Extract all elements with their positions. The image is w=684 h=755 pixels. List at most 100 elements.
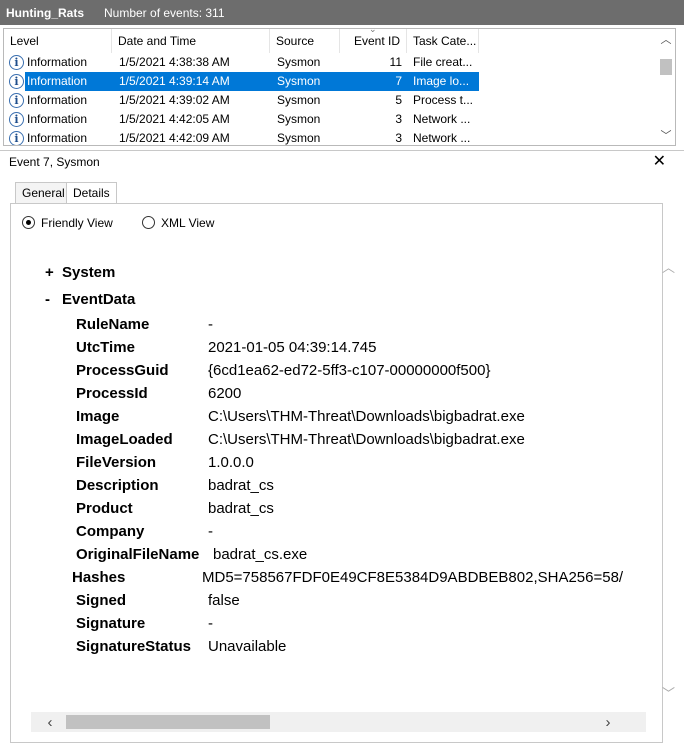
row-source: Sysmon — [277, 55, 321, 69]
row-event-id: 11 — [389, 55, 402, 69]
field-value: - — [208, 523, 213, 540]
row-level: Information — [27, 93, 88, 107]
column-date-time[interactable]: Date and Time — [112, 29, 270, 53]
field-value: false — [208, 592, 240, 609]
field-name: ProcessId — [76, 385, 148, 402]
field-name: ImageLoaded — [76, 431, 173, 448]
row-source: Sysmon — [277, 112, 321, 126]
eventdata-node-label: EventData — [62, 291, 136, 308]
row-datetime: 1/5/2021 4:38:38 AM — [119, 55, 230, 69]
row-source: Sysmon — [277, 131, 321, 145]
column-source[interactable]: Source — [270, 29, 340, 53]
tab-details[interactable]: Details — [66, 182, 117, 205]
details-horizontal-scrollbar[interactable]: ‹ › — [31, 712, 646, 732]
row-event-id: 3 — [395, 131, 402, 145]
field-name: Signature — [76, 615, 146, 632]
table-row-selected[interactable]: i Information 1/5/2021 4:39:14 AM Sysmon… — [4, 72, 658, 91]
field-value: - — [208, 316, 213, 333]
friendly-view-label: Friendly View — [41, 216, 113, 230]
log-name: Hunting_Rats — [6, 5, 84, 20]
field-value: 2021-01-05 04:39:14.745 — [208, 339, 377, 356]
field-name: ProcessGuid — [76, 362, 169, 379]
field-name: OriginalFileName — [76, 546, 200, 563]
table-row[interactable]: i Information 1/5/2021 4:42:05 AM Sysmon… — [4, 110, 658, 129]
row-datetime: 1/5/2021 4:39:02 AM — [119, 93, 230, 107]
events-vertical-scrollbar[interactable]: ︿ ﹀ — [657, 29, 675, 145]
detail-pane-header: Event 7, Sysmon ✕ — [0, 150, 684, 174]
xml-view-radio[interactable] — [142, 216, 155, 229]
field-name: Company — [76, 523, 145, 540]
row-task: Image lo... — [413, 74, 470, 88]
row-datetime: 1/5/2021 4:42:05 AM — [119, 112, 230, 126]
collapse-minus-icon[interactable]: - — [45, 291, 62, 308]
table-row[interactable]: i Information 1/5/2021 4:38:38 AM Sysmon… — [4, 53, 658, 72]
system-node[interactable]: + System — [45, 264, 115, 281]
expand-plus-icon[interactable]: + — [45, 264, 62, 281]
xml-view-option[interactable]: XML View — [142, 214, 232, 232]
row-source: Sysmon — [277, 93, 321, 107]
field-value: 6200 — [208, 385, 242, 402]
events-table[interactable]: Level Date and Time Source Event ID Task… — [3, 28, 676, 146]
close-icon[interactable]: ✕ — [653, 152, 666, 172]
field-name: Signed — [76, 592, 127, 609]
table-row[interactable]: i Information 1/5/2021 4:42:09 AM Sysmon… — [4, 129, 658, 145]
scroll-down-icon[interactable]: ﹀ — [662, 683, 675, 702]
info-icon: i — [9, 93, 24, 108]
field-name: FileVersion — [76, 454, 157, 471]
tab-general[interactable]: General — [15, 182, 72, 204]
row-level: Information — [27, 131, 88, 145]
info-icon: i — [9, 131, 24, 145]
row-task: Network ... — [413, 112, 471, 126]
field-name: Image — [76, 408, 120, 425]
friendly-view-option[interactable]: Friendly View — [22, 214, 122, 232]
detail-title: Event 7, Sysmon — [9, 155, 100, 169]
info-icon: i — [9, 74, 24, 89]
scrollbar-thumb[interactable] — [66, 715, 270, 729]
field-value: MD5=758567FDF0E49CF8E5384D9ABDBEB802,SHA… — [202, 569, 624, 586]
table-header: Level Date and Time Source Event ID Task… — [4, 29, 658, 53]
row-datetime: 1/5/2021 4:39:14 AM — [119, 74, 230, 88]
field-name: Hashes — [72, 569, 126, 586]
scroll-up-icon[interactable]: ︿ — [657, 31, 675, 47]
title-bar: Hunting_Rats Number of events: 311 — [0, 0, 684, 25]
row-level: Information — [27, 112, 88, 126]
field-name: Description — [76, 477, 159, 494]
row-task: File creat... — [413, 55, 473, 69]
field-value: badrat_cs.exe — [213, 546, 308, 563]
field-value: {6cd1ea62-ed72-5ff3-c107-00000000f500} — [208, 362, 491, 379]
eventdata-node[interactable]: - EventData — [45, 291, 135, 308]
xml-view-label: XML View — [161, 216, 215, 230]
friendly-view-content: ︿ ﹀ + System - EventData RuleName - UtcTim… — [31, 245, 675, 710]
scrollbar-thumb[interactable] — [660, 59, 672, 75]
friendly-view-radio[interactable] — [22, 216, 35, 229]
table-row[interactable]: i Information 1/5/2021 4:39:02 AM Sysmon… — [4, 91, 658, 110]
row-event-id: 7 — [395, 74, 402, 88]
field-value: badrat_cs — [208, 477, 274, 494]
column-level[interactable]: Level — [4, 29, 112, 53]
info-icon: i — [9, 112, 24, 127]
field-value: C:\Users\THM-Threat\Downloads\bigbadrat.… — [208, 431, 525, 448]
field-name: RuleName — [76, 316, 150, 333]
row-datetime: 1/5/2021 4:42:09 AM — [119, 131, 230, 145]
column-task-category[interactable]: Task Cate... — [407, 29, 479, 53]
scroll-right-icon[interactable]: › — [599, 714, 617, 731]
sort-chevron-icon: ⌄ — [369, 28, 377, 34]
field-value: badrat_cs — [208, 500, 274, 517]
row-level: Information — [27, 74, 88, 88]
scroll-down-icon[interactable]: ﹀ — [657, 127, 675, 143]
field-name: Product — [76, 500, 133, 517]
field-value: Unavailable — [208, 638, 287, 655]
row-source: Sysmon — [277, 74, 321, 88]
field-value: 1.0.0.0 — [208, 454, 254, 471]
row-event-id: 3 — [395, 112, 402, 126]
row-event-id: 5 — [395, 93, 402, 107]
event-count: Number of events: 311 — [104, 5, 225, 20]
scroll-up-icon[interactable]: ︿ — [662, 257, 675, 276]
field-value: - — [208, 615, 213, 632]
field-name: SignatureStatus — [76, 638, 192, 655]
info-icon: i — [9, 55, 24, 70]
row-task: Process t... — [413, 93, 474, 107]
field-name: UtcTime — [76, 339, 135, 356]
scroll-left-icon[interactable]: ‹ — [41, 714, 59, 731]
row-task: Network ... — [413, 131, 471, 145]
